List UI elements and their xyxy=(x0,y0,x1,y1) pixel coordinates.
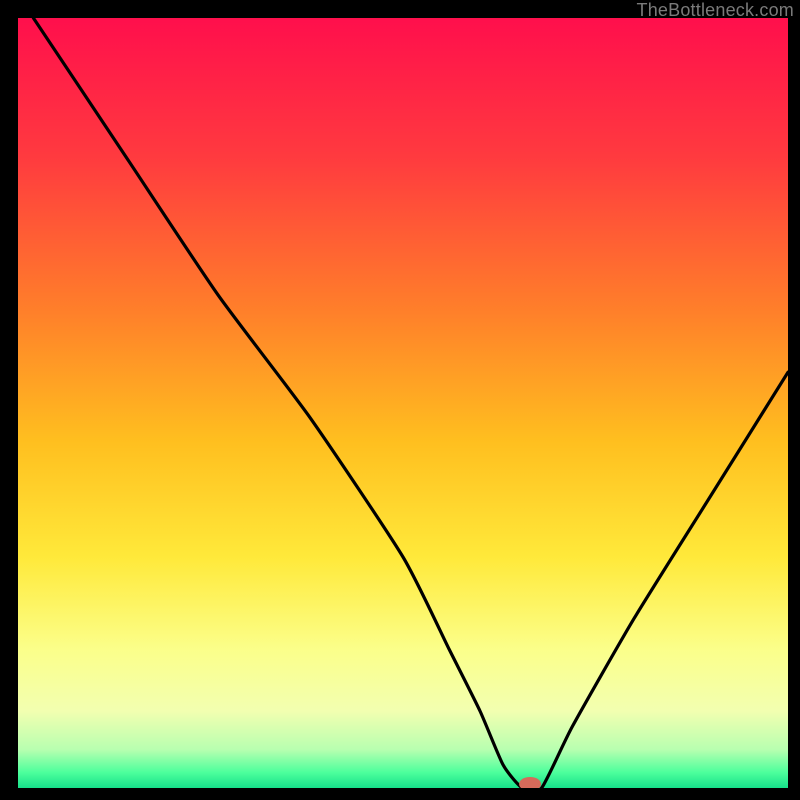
attribution-label: TheBottleneck.com xyxy=(637,0,794,21)
chart-stage: TheBottleneck.com xyxy=(0,0,800,800)
bottleneck-chart xyxy=(18,18,788,788)
plot-area xyxy=(18,18,788,788)
gradient-background xyxy=(18,18,788,788)
